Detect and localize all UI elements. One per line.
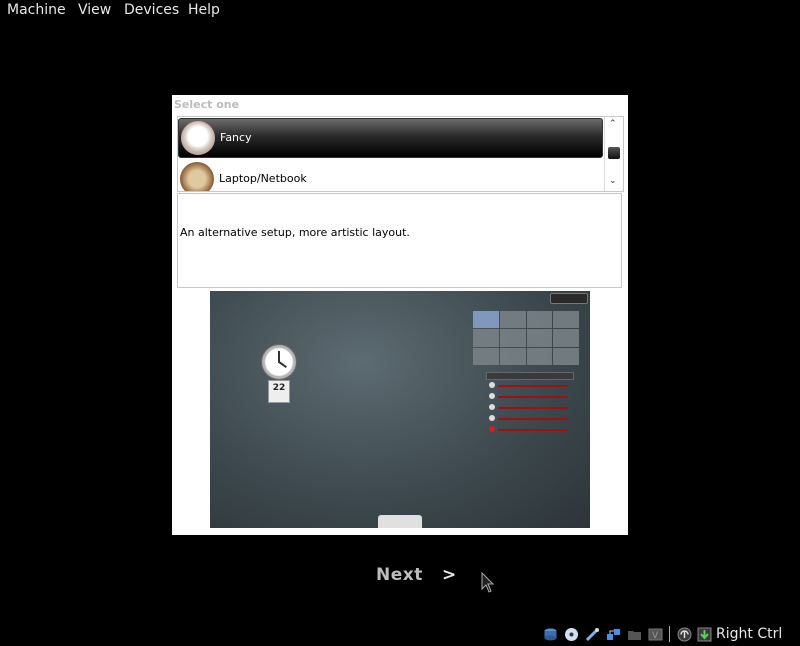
- layout-preview-image: 22: [210, 291, 590, 528]
- layout-list[interactable]: Fancy Laptop/Netbook ⌃ ⌄: [177, 116, 624, 192]
- next-arrow-icon[interactable]: >: [442, 565, 456, 585]
- fancy-theme-icon: [181, 121, 215, 155]
- mouse-cursor-icon: [481, 572, 495, 593]
- keyboard-capture-icon[interactable]: [697, 627, 712, 642]
- list-item-label: Laptop/Netbook: [219, 172, 307, 185]
- scroll-up-icon[interactable]: ⌃: [609, 120, 617, 129]
- preview-workspace-pager: [473, 311, 579, 365]
- preview-clock-icon: [261, 344, 297, 380]
- display-icon[interactable]: V: [648, 627, 663, 642]
- description-box: An alternative setup, more artistic layo…: [177, 193, 622, 288]
- optical-disk-icon[interactable]: [564, 627, 579, 642]
- network-icon[interactable]: [606, 627, 621, 642]
- list-item-laptop-netbook[interactable]: Laptop/Netbook: [178, 160, 603, 191]
- mouse-integration-icon[interactable]: [677, 627, 692, 642]
- scroll-down-icon[interactable]: ⌄: [609, 177, 617, 186]
- preview-dock: [378, 515, 422, 528]
- preview-top-panel: [550, 293, 588, 304]
- menu-help[interactable]: Help: [188, 2, 220, 18]
- list-item-label: Fancy: [220, 131, 252, 144]
- svg-text:V: V: [652, 631, 659, 641]
- preview-calendar: 22: [268, 380, 290, 403]
- next-button[interactable]: Next: [376, 565, 423, 585]
- description-text: An alternative setup, more artistic layo…: [180, 226, 410, 239]
- list-item-fancy[interactable]: Fancy: [178, 118, 603, 158]
- preview-widget-panel: [486, 372, 574, 436]
- usb-icon[interactable]: [585, 627, 600, 642]
- status-separator: [669, 626, 670, 642]
- hard-disk-icon[interactable]: [543, 627, 558, 642]
- menu-machine[interactable]: Machine: [7, 2, 66, 18]
- menu-devices[interactable]: Devices: [124, 2, 179, 18]
- shared-folder-icon[interactable]: [627, 627, 642, 642]
- host-key-label: Right Ctrl: [716, 626, 783, 642]
- setup-dialog: Select one Fancy Laptop/Netbook ⌃ ⌄ An a…: [172, 95, 628, 535]
- menu-bar: Machine View Devices Help: [0, 0, 800, 22]
- laptop-theme-icon: [180, 162, 214, 191]
- menu-view[interactable]: View: [78, 2, 111, 18]
- dialog-title: Select one: [174, 98, 240, 111]
- scroll-thumb[interactable]: [608, 147, 620, 159]
- list-scrollbar[interactable]: ⌃ ⌄: [604, 117, 623, 191]
